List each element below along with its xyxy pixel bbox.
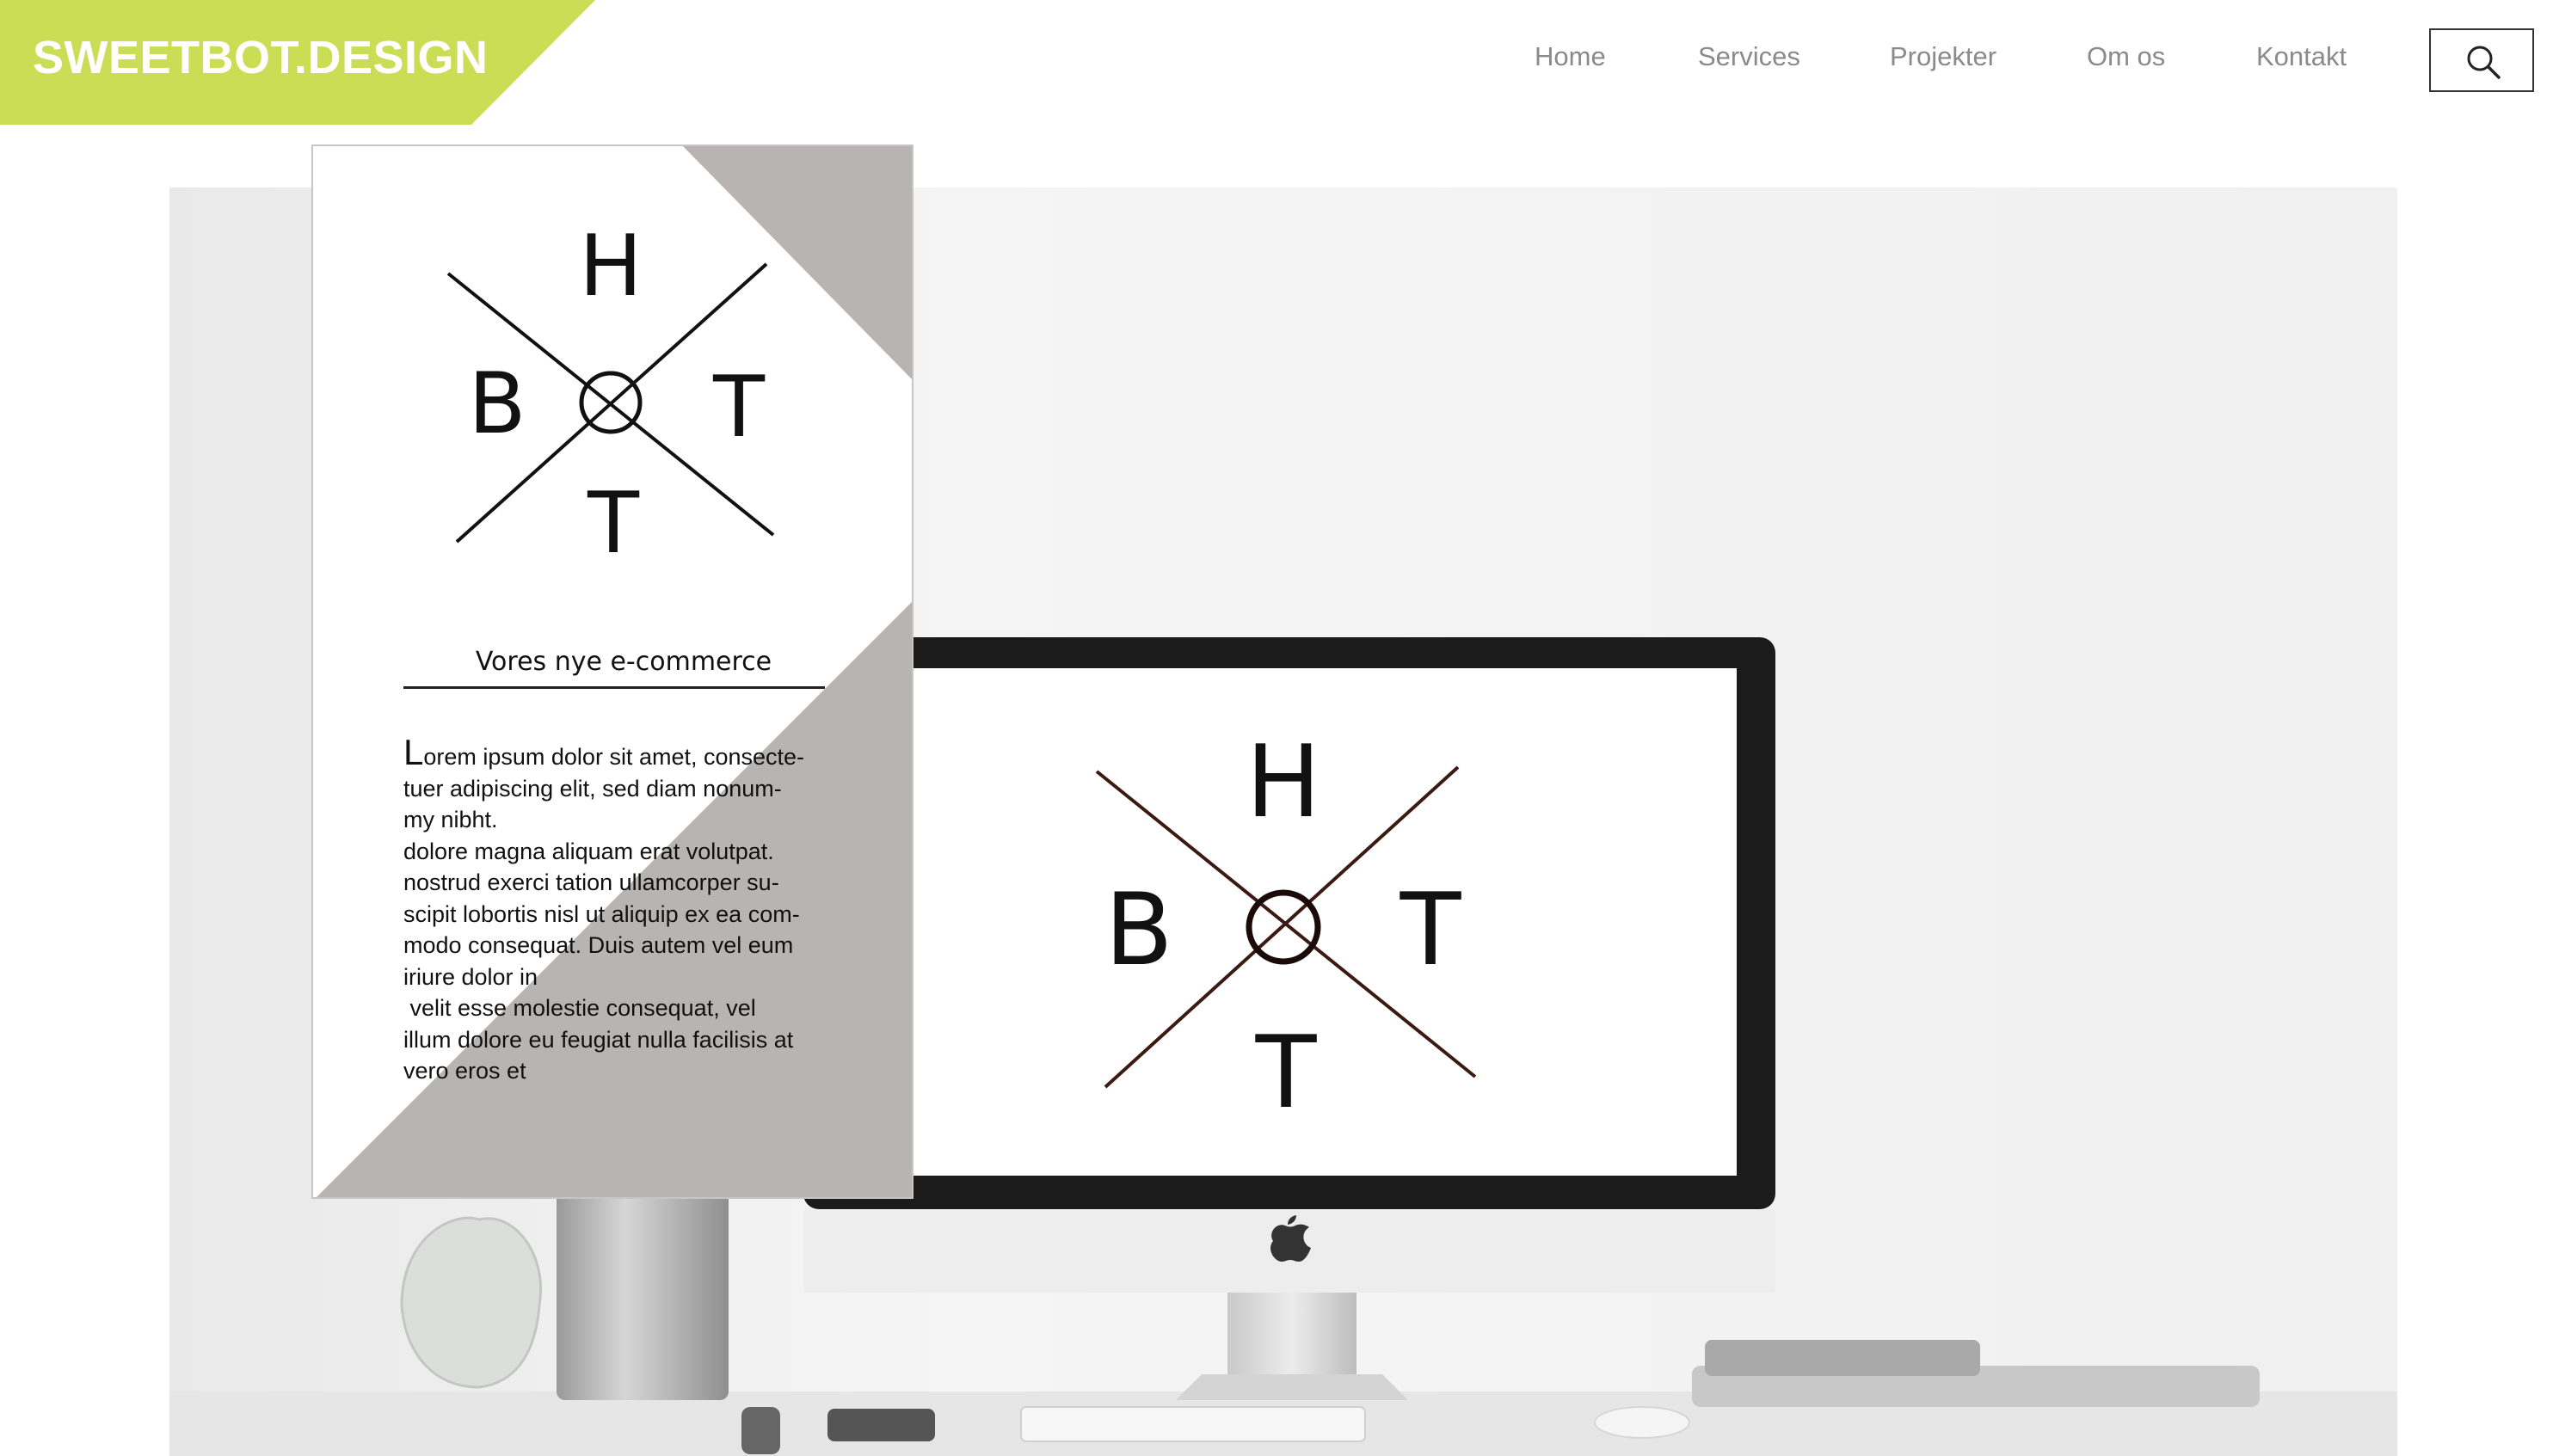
speaker [557,1176,729,1400]
phone [827,1409,935,1441]
card-corner-accent [683,146,912,379]
body-line: my nibht. [403,807,498,832]
nav-item-projekter[interactable]: Projekter [1890,41,1996,72]
body-line: nostrud exerci tation ullamcorper su- [403,869,779,895]
body-line: dolore magna aliquam erat volutpat. [403,838,774,864]
body-line: scipit lobortis nisl ut aliquip ex ea co… [403,900,800,927]
nav-item-services[interactable]: Services [1698,41,1800,72]
body-line: modo consequat. Duis autem vel eum [403,932,794,958]
screen-monogram-bottom: T [1255,1015,1318,1131]
monitor-screen: H B T T [914,668,1737,1176]
card-divider [403,686,825,689]
body-line: tuer adipiscing elit, sed diam nonum- [403,775,782,802]
nav-item-om-os[interactable]: Om os [2087,41,2165,72]
tablet [1705,1340,1980,1376]
card-monogram-top: H [579,218,643,316]
card-monogram-right: T [712,359,766,457]
body-line: velit esse molestie consequat, vel [403,995,756,1021]
drop-cap: L [403,732,424,772]
project-card[interactable]: H B T T Vores nye e-commerce Lorem ipsum… [311,144,914,1199]
screen-monogram-left: B [1104,872,1173,988]
body-line: illum dolore eu feugiat nulla facilisis … [403,1026,794,1053]
search-button[interactable] [2429,28,2534,92]
main-nav: Home Services Projekter Om os Kontakt [0,41,2553,93]
body-line: orem ipsum dolor sit amet, consecte- [423,744,805,770]
search-icon [2467,46,2501,79]
card-monogram-bottom: T [587,475,640,573]
glass-vase [400,1216,542,1389]
body-line: vero eros et [403,1058,526,1084]
card-title: Vores nye e-commerce [475,647,772,677]
keyboard [1020,1406,1366,1442]
screen-monogram-right: T [1400,872,1462,988]
screen-monogram-top: H [1246,724,1320,840]
mouse [1594,1406,1690,1439]
nav-item-home[interactable]: Home [1535,41,1606,72]
card-body-text: Lorem ipsum dolor sit amet, consecte- tu… [403,734,851,1087]
card-monogram-left: B [468,355,526,453]
body-line: iriure dolor in [403,963,538,990]
nav-item-kontakt[interactable]: Kontakt [2256,41,2347,72]
